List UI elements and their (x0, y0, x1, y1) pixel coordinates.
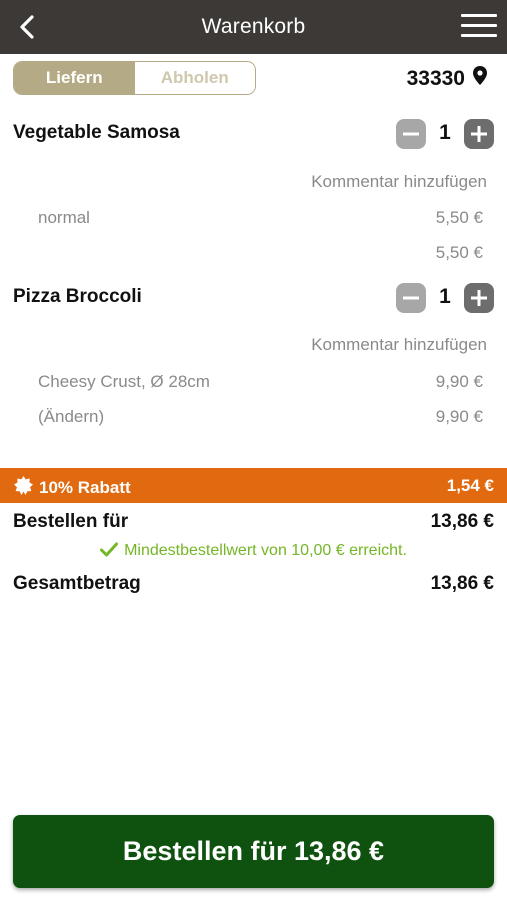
page-title: Warenkorb (201, 15, 306, 38)
change-option-link[interactable]: (Ändern) (38, 407, 104, 427)
zip-code-selector[interactable]: 33330 (407, 66, 487, 91)
min-order-notice: Mindestbestellwert von 10,00 € erreicht. (0, 542, 507, 562)
subtotal-label: Bestellen für (13, 511, 129, 532)
item-option-label: normal (38, 208, 90, 227)
item-total-price: 5,50 € (435, 243, 483, 262)
location-pin-icon (473, 66, 487, 91)
minus-icon[interactable] (396, 119, 426, 149)
item-option-price: 5,50 € (435, 208, 483, 227)
item-option-label: Cheesy Crust, Ø 28cm (38, 372, 210, 391)
checkmark-icon (100, 542, 119, 562)
quantity-value: 1 (439, 121, 451, 144)
zip-code: 33330 (406, 66, 465, 90)
quantity-stepper: 1 (396, 283, 494, 313)
discount-bar: 10% Rabatt 1,54 € (0, 468, 507, 503)
deliver-option[interactable]: Liefern (14, 62, 135, 94)
delivery-mode-toggle: Liefern Abholen (13, 61, 256, 95)
discount-label: 10% Rabatt (39, 478, 131, 497)
cart-item-name: Vegetable Samosa (13, 122, 180, 143)
subtotal-value: 13,86 € (430, 511, 494, 532)
order-button[interactable]: Bestellen für 13,86 € (13, 815, 494, 888)
min-order-text: Mindestbestellwert von 10,00 € erreicht. (124, 542, 407, 559)
item-total-price: 9,90 € (435, 407, 483, 426)
quantity-value: 1 (439, 285, 451, 308)
hamburger-menu-icon[interactable] (461, 14, 497, 40)
order-button-label: Bestellen für 13,86 € (122, 836, 385, 866)
grand-total-label: Gesamtbetrag (13, 573, 141, 594)
cart-item-name: Pizza Broccoli (13, 286, 142, 307)
add-comment-link[interactable]: Kommentar hinzufügen (311, 335, 487, 355)
discount-badge-icon (14, 476, 33, 500)
add-comment-link[interactable]: Kommentar hinzufügen (311, 172, 487, 192)
minus-icon[interactable] (396, 283, 426, 313)
quantity-stepper: 1 (396, 119, 494, 149)
discount-value: 1,54 € (446, 476, 494, 495)
grand-total-value: 13,86 € (430, 573, 494, 594)
plus-icon[interactable] (464, 283, 494, 313)
item-option-price: 9,90 € (435, 372, 483, 391)
app-header: Warenkorb (0, 0, 507, 54)
plus-icon[interactable] (464, 119, 494, 149)
pickup-option[interactable]: Abholen (134, 62, 255, 94)
